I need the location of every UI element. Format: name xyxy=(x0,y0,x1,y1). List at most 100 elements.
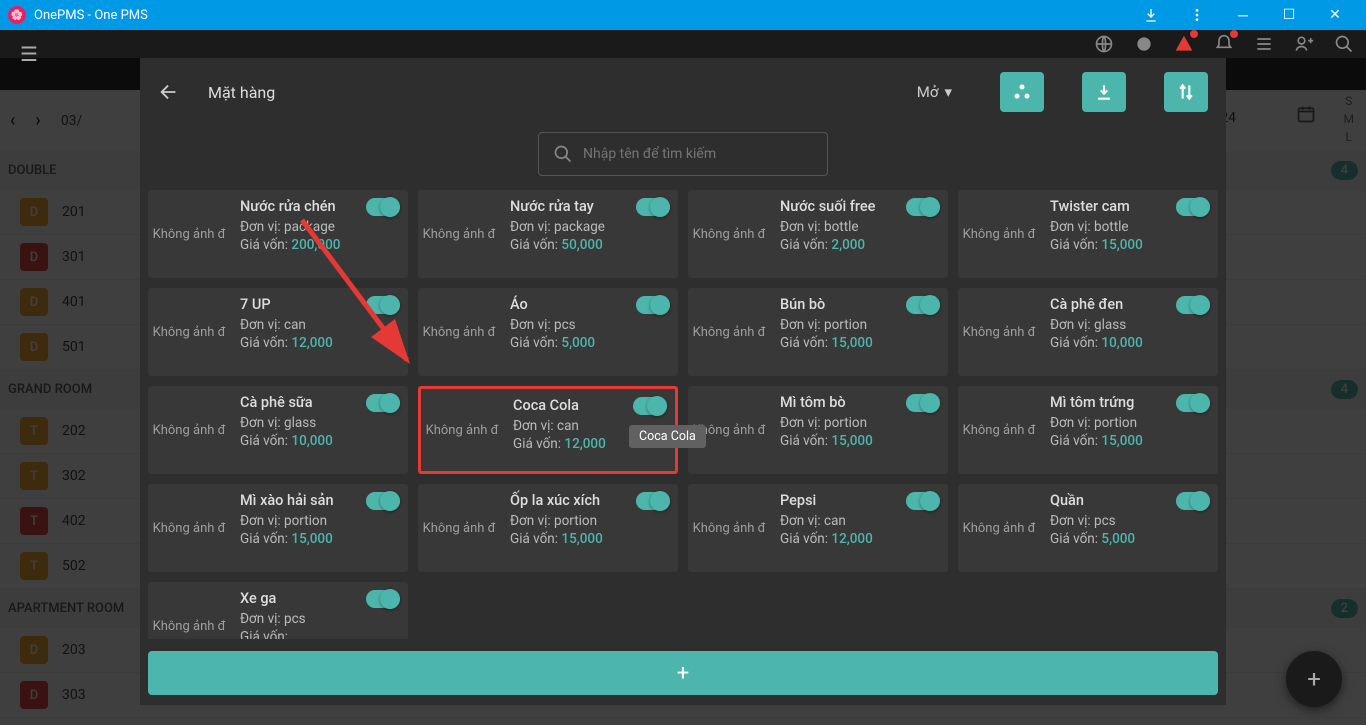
item-card[interactable]: Không ảnh đ Nước suối free Đơn vị: bottl… xyxy=(688,190,948,278)
item-toggle[interactable] xyxy=(366,590,400,608)
item-card[interactable]: Không ảnh đ Xe ga Đơn vị: pcs Giá vốn: xyxy=(148,582,408,639)
chart-button[interactable] xyxy=(1000,72,1044,112)
item-unit: Đơn vị: can xyxy=(780,513,938,529)
hamburger-icon[interactable]: ☰ xyxy=(20,42,38,66)
item-unit: Đơn vị: portion xyxy=(780,415,938,431)
no-image-label: Không ảnh đ xyxy=(688,484,770,572)
chevron-down-icon: ▾ xyxy=(944,83,952,101)
item-card[interactable]: Không ảnh đ Mì tôm trứng Đơn vị: portion… xyxy=(958,386,1218,474)
item-cost: Giá vốn: 10,000 xyxy=(1050,335,1208,351)
item-unit: Đơn vị: portion xyxy=(510,513,668,529)
item-toggle[interactable] xyxy=(636,492,670,510)
item-toggle[interactable] xyxy=(1176,492,1210,510)
no-image-label: Không ảnh đ xyxy=(148,190,230,278)
titlebar: 🌸 OnePMS - One PMS ─ ☐ ✕ xyxy=(0,0,1366,30)
item-unit: Đơn vị: package xyxy=(240,219,398,235)
search-icon xyxy=(553,144,573,164)
no-image-label: Không ảnh đ xyxy=(418,484,500,572)
item-card[interactable]: Không ảnh đ Coca Cola Đơn vị: can Giá vố… xyxy=(418,386,678,474)
item-unit: Đơn vị: glass xyxy=(1050,317,1208,333)
item-card[interactable]: Không ảnh đ Mì tôm bò Đơn vị: portion Gi… xyxy=(688,386,948,474)
tooltip: Coca Cola xyxy=(629,425,706,448)
no-image-label: Không ảnh đ xyxy=(148,288,230,376)
search-box[interactable] xyxy=(538,132,828,176)
no-image-label: Không ảnh đ xyxy=(148,386,230,474)
modal-title: Mặt hàng xyxy=(208,83,879,102)
item-toggle[interactable] xyxy=(366,394,400,412)
item-card[interactable]: Không ảnh đ Nước rửa chén Đơn vị: packag… xyxy=(148,190,408,278)
sort-button[interactable] xyxy=(1164,72,1208,112)
item-toggle[interactable] xyxy=(1176,296,1210,314)
status-dropdown[interactable]: Mở ▾ xyxy=(907,77,962,107)
download-button[interactable] xyxy=(1082,72,1126,112)
item-cost: Giá vốn: 12,000 xyxy=(780,531,938,547)
menu-dots-icon[interactable] xyxy=(1174,0,1220,30)
item-cost: Giá vốn: xyxy=(240,629,398,639)
item-cost: Giá vốn: 50,000 xyxy=(510,237,668,253)
item-cost: Giá vốn: 2,000 xyxy=(780,237,938,253)
item-toggle[interactable] xyxy=(366,198,400,216)
warning-icon[interactable] xyxy=(1174,34,1194,54)
item-toggle[interactable] xyxy=(1176,198,1210,216)
no-image-label: Không ảnh đ xyxy=(418,288,500,376)
bell-icon[interactable] xyxy=(1214,34,1234,54)
item-card[interactable]: Không ảnh đ 7 UP Đơn vị: can Giá vốn: 12… xyxy=(148,288,408,376)
search-icon[interactable] xyxy=(1334,34,1354,54)
no-image-label: Không ảnh đ xyxy=(958,484,1040,572)
search-input[interactable] xyxy=(583,146,813,162)
item-cost: Giá vốn: 10,000 xyxy=(240,433,398,449)
no-image-label: Không ảnh đ xyxy=(418,190,500,278)
item-unit: Đơn vị: can xyxy=(240,317,398,333)
item-card[interactable]: Không ảnh đ Quần Đơn vị: pcs Giá vốn: 5,… xyxy=(958,484,1218,572)
item-toggle[interactable] xyxy=(366,492,400,510)
item-toggle[interactable] xyxy=(906,296,940,314)
item-toggle[interactable] xyxy=(366,296,400,314)
item-unit: Đơn vị: portion xyxy=(240,513,398,529)
item-card[interactable]: Không ảnh đ Cà phê đen Đơn vị: glass Giá… xyxy=(958,288,1218,376)
item-cost: Giá vốn: 15,000 xyxy=(240,531,398,547)
item-toggle[interactable] xyxy=(636,198,670,216)
add-user-icon[interactable] xyxy=(1294,34,1314,54)
item-card[interactable]: Không ảnh đ Mì xào hải sản Đơn vị: porti… xyxy=(148,484,408,572)
item-toggle[interactable] xyxy=(1176,394,1210,412)
window-title: OnePMS - One PMS xyxy=(34,8,1128,23)
item-cost: Giá vốn: 5,000 xyxy=(1050,531,1208,547)
app-header xyxy=(0,30,1366,58)
item-card[interactable]: Không ảnh đ Áo Đơn vị: pcs Giá vốn: 5,00… xyxy=(418,288,678,376)
item-card[interactable]: Không ảnh đ Bún bò Đơn vị: portion Giá v… xyxy=(688,288,948,376)
item-toggle[interactable] xyxy=(633,397,667,415)
no-image-label: Không ảnh đ xyxy=(958,190,1040,278)
close-button[interactable]: ✕ xyxy=(1312,0,1358,30)
no-image-label: Không ảnh đ xyxy=(421,389,503,471)
item-toggle[interactable] xyxy=(906,394,940,412)
item-unit: Đơn vị: package xyxy=(510,219,668,235)
download-icon[interactable] xyxy=(1128,0,1174,30)
item-card[interactable]: Không ảnh đ Cà phê sữa Đơn vị: glass Giá… xyxy=(148,386,408,474)
globe-icon[interactable] xyxy=(1094,34,1114,54)
item-toggle[interactable] xyxy=(906,492,940,510)
maximize-button[interactable]: ☐ xyxy=(1266,0,1312,30)
item-toggle[interactable] xyxy=(906,198,940,216)
fab-add[interactable]: + xyxy=(1286,651,1342,707)
item-unit: Đơn vị: pcs xyxy=(240,611,398,627)
item-cost: Giá vốn: 15,000 xyxy=(780,433,938,449)
item-toggle[interactable] xyxy=(636,296,670,314)
item-card[interactable]: Không ảnh đ Pepsi Đơn vị: can Giá vốn: 1… xyxy=(688,484,948,572)
dark-icon[interactable] xyxy=(1134,34,1154,54)
no-image-label: Không ảnh đ xyxy=(688,288,770,376)
item-card[interactable]: Không ảnh đ Twister cam Đơn vị: bottle G… xyxy=(958,190,1218,278)
item-cost: Giá vốn: 200,000 xyxy=(240,237,398,253)
item-card[interactable]: Không ảnh đ Nước rửa tay Đơn vị: package… xyxy=(418,190,678,278)
item-cost: Giá vốn: 12,000 xyxy=(240,335,398,351)
no-image-label: Không ảnh đ xyxy=(688,190,770,278)
item-cost: Giá vốn: 15,000 xyxy=(780,335,938,351)
back-button[interactable] xyxy=(158,81,180,103)
no-image-label: Không ảnh đ xyxy=(958,386,1040,474)
item-unit: Đơn vị: pcs xyxy=(1050,513,1208,529)
no-image-label: Không ảnh đ xyxy=(958,288,1040,376)
add-button[interactable]: + xyxy=(148,651,1218,695)
item-card[interactable]: Không ảnh đ Ốp la xúc xích Đơn vị: porti… xyxy=(418,484,678,572)
minimize-button[interactable]: ─ xyxy=(1220,0,1266,30)
list-icon[interactable] xyxy=(1254,34,1274,54)
no-image-label: Không ảnh đ xyxy=(148,484,230,572)
